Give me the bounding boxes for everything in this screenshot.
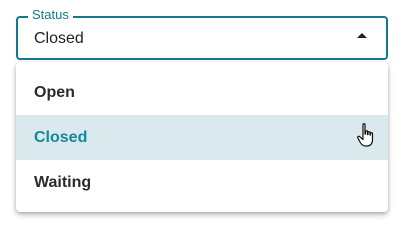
status-selected-value: Closed (34, 30, 84, 47)
option-closed[interactable]: Closed (16, 115, 388, 160)
status-select-widget: Status Closed Open Closed Waiting (0, 0, 408, 216)
option-open[interactable]: Open (16, 70, 388, 115)
option-waiting[interactable]: Waiting (16, 160, 388, 205)
status-select-field[interactable]: Status Closed (16, 7, 388, 60)
status-dropdown-menu: Open Closed Waiting (16, 62, 388, 212)
caret-up-icon[interactable] (357, 33, 367, 38)
status-field-label: Status (28, 7, 73, 23)
